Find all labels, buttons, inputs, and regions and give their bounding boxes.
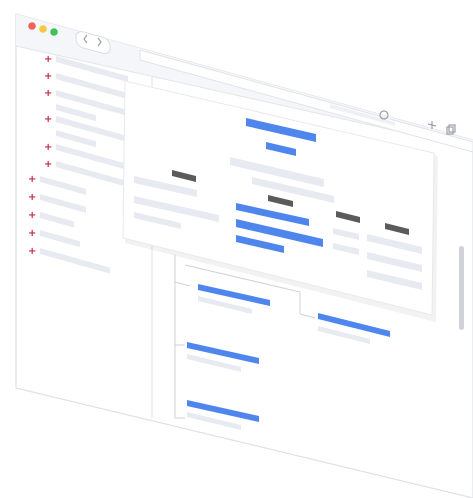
maximize-window-button[interactable]: [50, 28, 58, 36]
expand-plus-icon[interactable]: +: [44, 159, 52, 170]
minimize-window-button[interactable]: [39, 25, 47, 33]
expand-plus-icon[interactable]: +: [28, 210, 36, 221]
expand-plus-icon[interactable]: +: [44, 71, 52, 82]
expand-plus-icon[interactable]: +: [44, 114, 52, 125]
expand-plus-icon[interactable]: +: [44, 54, 52, 65]
close-window-button[interactable]: [28, 22, 36, 30]
illustration-scene: + + + + + + + + + + +: [0, 0, 473, 498]
expand-plus-icon[interactable]: +: [44, 88, 52, 99]
expand-plus-icon[interactable]: +: [28, 174, 36, 185]
expand-plus-icon[interactable]: +: [44, 142, 52, 153]
scrollbar-thumb[interactable]: [459, 246, 464, 330]
expand-plus-icon[interactable]: +: [28, 246, 36, 257]
expand-plus-icon[interactable]: +: [28, 228, 36, 239]
expand-plus-icon[interactable]: +: [28, 192, 36, 203]
